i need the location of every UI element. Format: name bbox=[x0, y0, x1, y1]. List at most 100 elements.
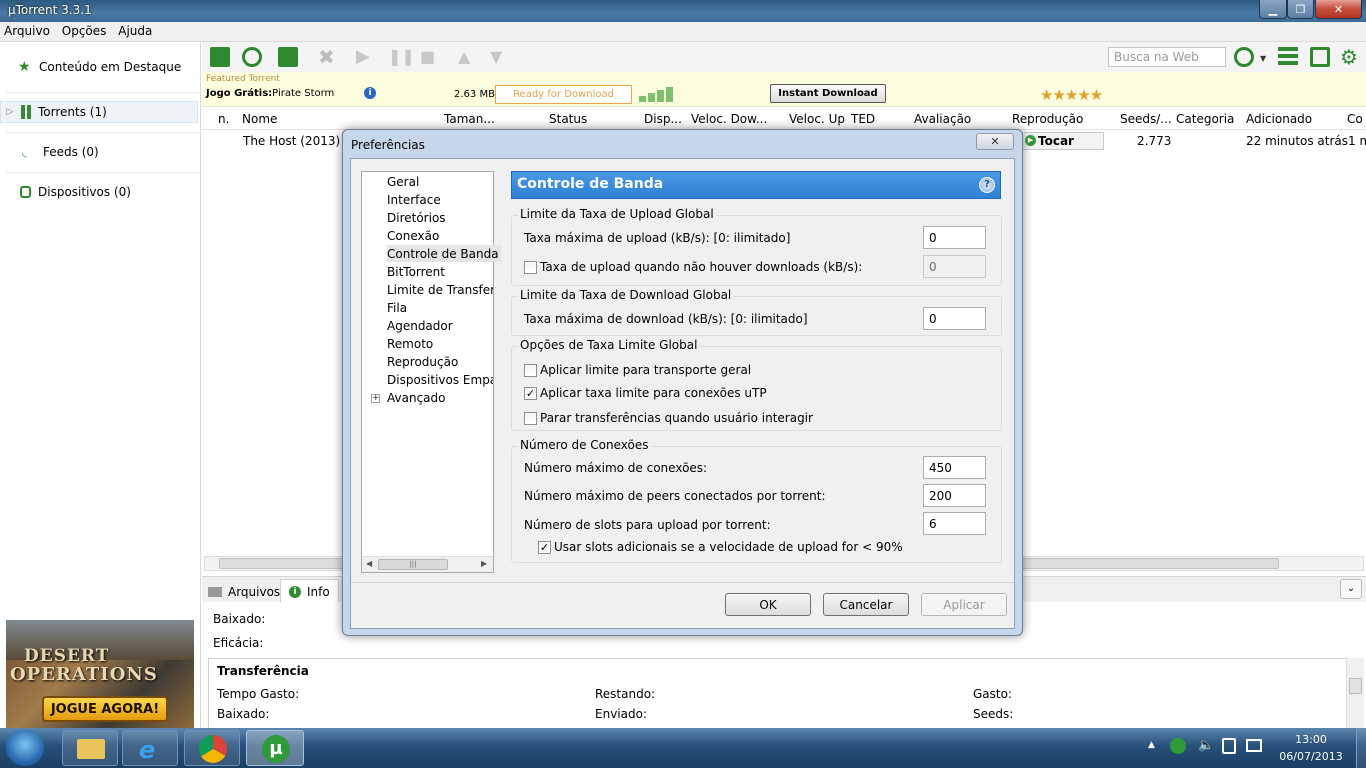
sidebar-item-feeds[interactable]: ◟ Feeds (0) bbox=[22, 141, 222, 163]
show-desktop-button[interactable] bbox=[1356, 728, 1366, 768]
sidebar-item-torrents[interactable]: ▷ Torrents (1) bbox=[0, 101, 198, 123]
add-torrent-icon[interactable] bbox=[210, 47, 230, 67]
taskbar: e µ ▲ 🔈 13:00 06/07/2013 bbox=[0, 728, 1366, 768]
remove-icon[interactable]: ✖ bbox=[318, 47, 338, 67]
clock-time[interactable]: 13:00 bbox=[1276, 733, 1346, 746]
tree-item-remoto[interactable]: Remoto bbox=[387, 337, 433, 351]
tree-item-geral[interactable]: Geral bbox=[387, 175, 419, 189]
tree-horizontal-scrollbar[interactable]: ◀ ||| ▶ bbox=[362, 556, 493, 572]
col-category[interactable]: Categoria bbox=[1176, 112, 1234, 126]
title-bar: µTorrent 3.3.1 ▁ ❐ ✕ bbox=[0, 0, 1366, 22]
max-connections-input[interactable]: 450 bbox=[923, 456, 986, 479]
web-search-input[interactable]: Busca na Web bbox=[1108, 47, 1226, 67]
help-icon[interactable]: ? bbox=[979, 177, 995, 193]
col-size[interactable]: Taman... bbox=[444, 112, 495, 126]
upload-when-idle-input[interactable]: 0 bbox=[923, 255, 986, 278]
sidebar-item-devices[interactable]: Dispositivos (0) bbox=[20, 181, 220, 203]
volume-icon[interactable]: 🔈 bbox=[1198, 738, 1214, 753]
action-center-icon[interactable] bbox=[1246, 739, 1262, 752]
tree-item-fila[interactable]: Fila bbox=[387, 301, 407, 315]
stop-icon[interactable]: ■ bbox=[420, 47, 440, 67]
taskbar-ie[interactable]: e bbox=[122, 730, 178, 766]
menu-arquivo[interactable]: Arquivo bbox=[0, 22, 54, 38]
ad-banner[interactable]: DESERT OPERATIONS JOGUE AGORA! bbox=[6, 620, 194, 728]
col-download-speed[interactable]: Veloc. Dow... bbox=[691, 112, 767, 126]
pause-icon[interactable]: ❚❚ bbox=[388, 47, 415, 67]
tab-info[interactable]: i Info bbox=[280, 579, 339, 603]
start-icon[interactable]: ▶ bbox=[356, 47, 376, 67]
col-rating[interactable]: Avaliação bbox=[914, 112, 971, 126]
globe-icon[interactable] bbox=[1234, 47, 1254, 67]
move-up-icon[interactable]: ▲ bbox=[458, 47, 478, 67]
remote-icon[interactable] bbox=[1310, 47, 1330, 67]
create-torrent-icon[interactable] bbox=[278, 47, 298, 67]
close-button[interactable]: ✕ bbox=[1315, 0, 1362, 19]
collapse-chevron-icon[interactable]: ⌄ bbox=[1340, 579, 1362, 599]
apply-button[interactable]: Aplicar bbox=[921, 593, 1007, 616]
max-peers-input[interactable]: 200 bbox=[923, 484, 986, 507]
menu-ajuda[interactable]: Ajuda bbox=[114, 22, 156, 38]
network-icon[interactable] bbox=[1222, 738, 1236, 754]
max-upload-rate-input[interactable]: 0 bbox=[923, 226, 986, 249]
taskbar-chrome[interactable] bbox=[184, 730, 240, 766]
instant-download-button[interactable]: Instant Download bbox=[770, 84, 886, 103]
minimize-button[interactable]: ▁ bbox=[1259, 0, 1287, 19]
taskbar-explorer[interactable] bbox=[62, 730, 118, 766]
featured-game[interactable]: Jogo Grátis:Pirate Storm bbox=[206, 88, 334, 99]
apply-utp-limit-checkbox[interactable]: ✓ bbox=[524, 387, 537, 400]
dialog-body: Geral Interface Diretórios Conexão Contr… bbox=[350, 158, 1015, 629]
tree-item-reproducao[interactable]: Reprodução bbox=[387, 355, 458, 369]
scroll-left-icon[interactable]: ◀ bbox=[366, 559, 372, 568]
extra-slots-checkbox[interactable]: ✓ bbox=[538, 541, 551, 554]
list-view-icon[interactable] bbox=[1278, 47, 1298, 67]
max-download-rate-input[interactable]: 0 bbox=[923, 307, 986, 330]
dialog-close-button[interactable]: ✕ bbox=[976, 133, 1014, 150]
move-down-icon[interactable]: ▼ bbox=[490, 47, 510, 67]
col-status[interactable]: Status bbox=[549, 112, 587, 126]
vertical-scrollbar[interactable] bbox=[1346, 658, 1364, 728]
start-button[interactable] bbox=[6, 730, 44, 766]
info-icon[interactable]: i bbox=[364, 87, 376, 99]
tab-files[interactable]: Arquivos bbox=[208, 581, 280, 603]
stop-on-interaction-checkbox[interactable] bbox=[524, 412, 537, 425]
apply-transport-limit-checkbox[interactable] bbox=[524, 364, 537, 377]
search-dropdown-icon[interactable]: ▼ bbox=[1260, 54, 1266, 63]
col-name[interactable]: Nome bbox=[242, 112, 277, 126]
menu-opcoes[interactable]: Opções bbox=[58, 22, 111, 38]
col-availability[interactable]: Disp... bbox=[644, 112, 682, 126]
col-playback[interactable]: Reprodução bbox=[1012, 112, 1083, 126]
tray-expand-icon[interactable]: ▲ bbox=[1148, 740, 1158, 750]
ad-cta-button[interactable]: JOGUE AGORA! bbox=[42, 696, 168, 722]
add-url-icon[interactable] bbox=[242, 47, 262, 67]
tree-item-bittorrent[interactable]: BitTorrent bbox=[387, 265, 445, 279]
play-icon: ▶ bbox=[1025, 135, 1036, 146]
tree-item-conexao[interactable]: Conexão bbox=[387, 229, 439, 243]
tray-utorrent-icon[interactable] bbox=[1170, 738, 1186, 754]
scroll-right-icon[interactable]: ▶ bbox=[481, 559, 487, 568]
tree-item-diretorios[interactable]: Diretórios bbox=[387, 211, 446, 225]
taskbar-utorrent[interactable]: µ bbox=[246, 730, 304, 766]
maximize-button[interactable]: ❐ bbox=[1287, 0, 1314, 19]
col-eta[interactable]: TED bbox=[851, 112, 875, 126]
clock-date[interactable]: 06/07/2013 bbox=[1276, 750, 1346, 763]
expand-plus-icon[interactable]: + bbox=[371, 394, 380, 403]
tree-item-dispositivos[interactable]: Dispositivos Empare bbox=[387, 373, 493, 387]
tree-item-interface[interactable]: Interface bbox=[387, 193, 441, 207]
star-icon: ★ bbox=[18, 59, 31, 75]
upload-when-idle-checkbox[interactable] bbox=[524, 261, 537, 274]
col-seeds[interactable]: Seeds/... bbox=[1120, 112, 1172, 126]
sidebar-item-featured[interactable]: ★ Conteúdo em Destaque bbox=[18, 56, 218, 78]
tree-item-limite[interactable]: Limite de Transferê bbox=[387, 283, 493, 297]
tree-item-avancado[interactable]: Avançado bbox=[387, 391, 445, 405]
settings-gear-icon[interactable]: ⚙ bbox=[1340, 47, 1360, 67]
tree-item-agendador[interactable]: Agendador bbox=[387, 319, 453, 333]
upload-slots-input[interactable]: 6 bbox=[923, 512, 986, 535]
expand-arrow-icon[interactable]: ▷ bbox=[1, 107, 19, 117]
tree-item-controle-banda[interactable]: Controle de Banda bbox=[387, 245, 501, 262]
cancel-button[interactable]: Cancelar bbox=[823, 593, 909, 616]
col-number[interactable]: n. bbox=[218, 112, 229, 126]
ok-button[interactable]: OK bbox=[725, 593, 811, 616]
col-added[interactable]: Adicionado bbox=[1246, 112, 1312, 126]
col-more[interactable]: Co bbox=[1347, 112, 1366, 126]
col-upload-speed[interactable]: Veloc. Up bbox=[789, 112, 845, 126]
